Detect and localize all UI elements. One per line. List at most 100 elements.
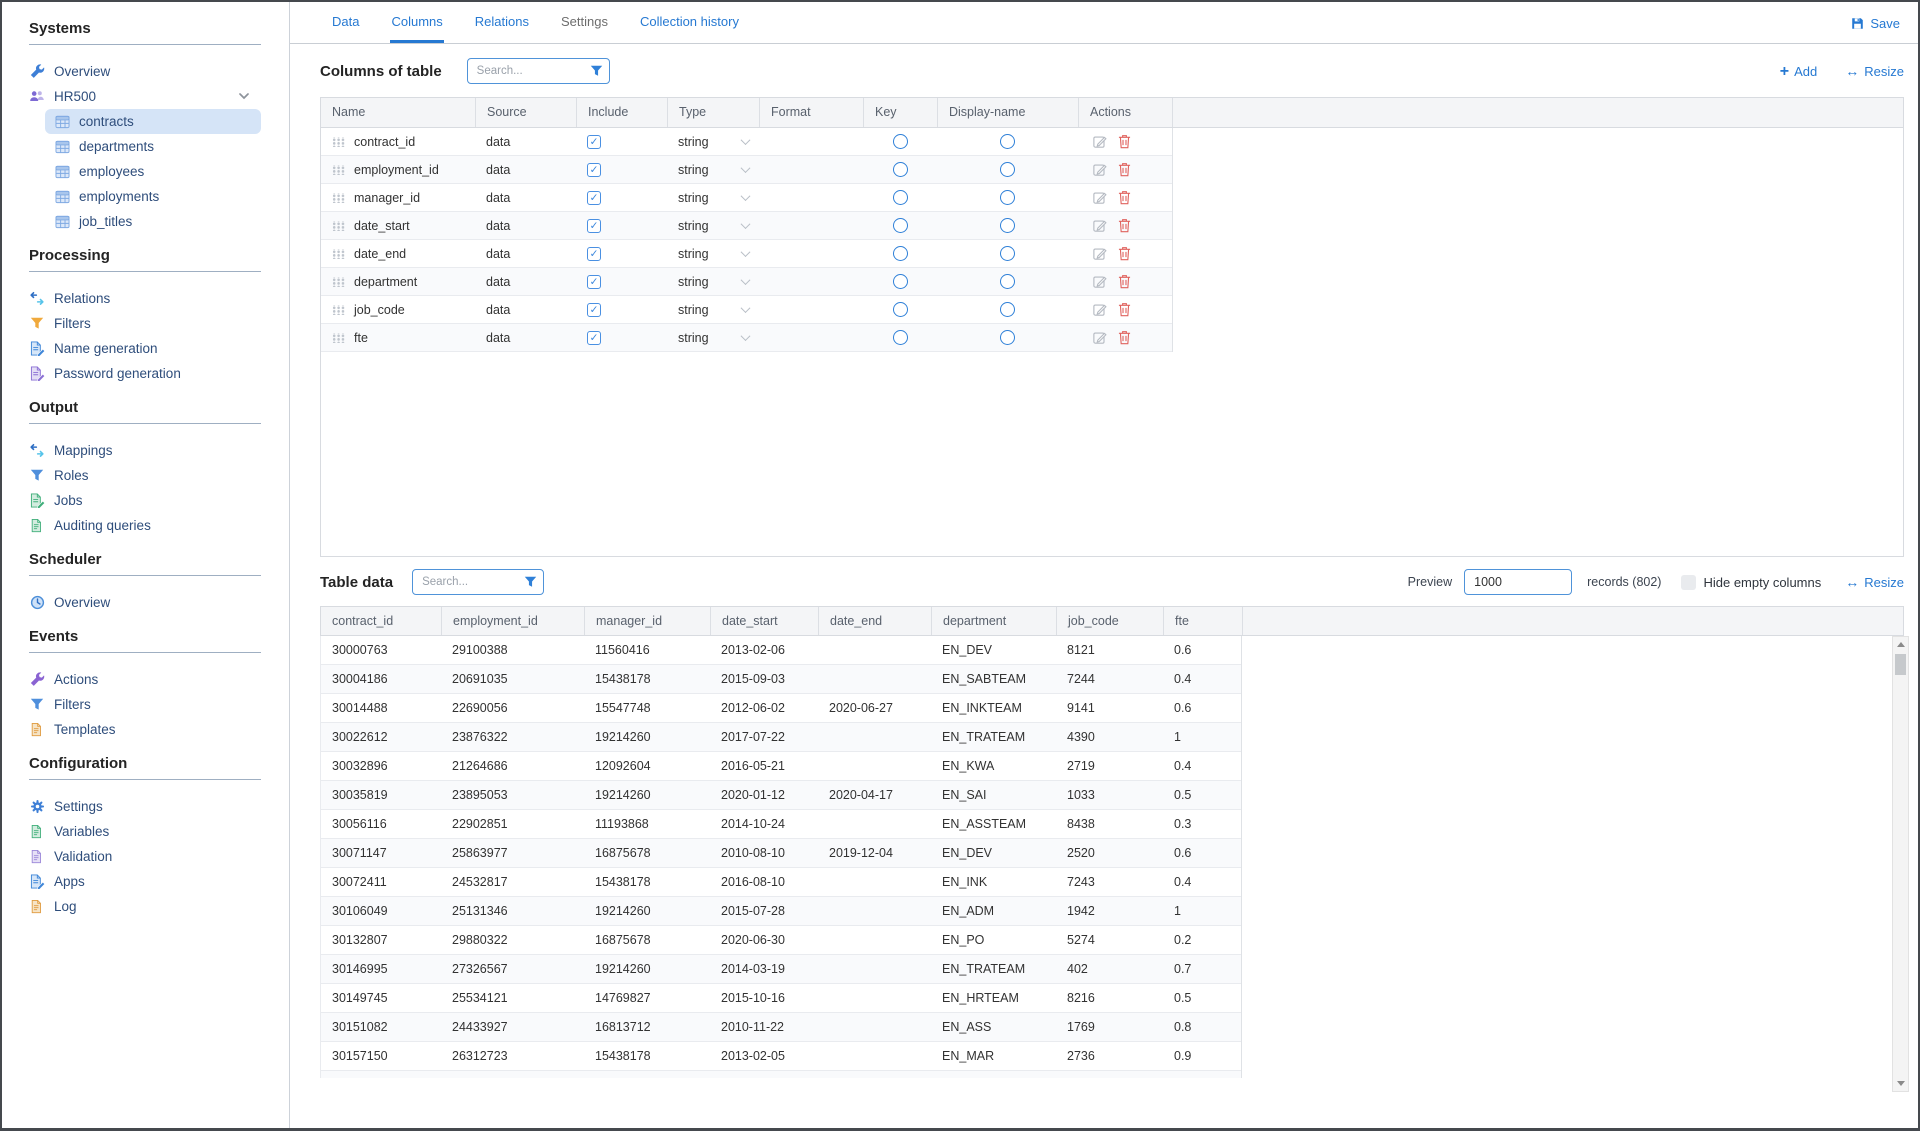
columns-search-input[interactable] <box>467 58 610 84</box>
sidebar-item-overview[interactable]: Overview <box>29 590 261 615</box>
include-checkbox[interactable]: ✓ <box>587 191 601 205</box>
drag-handle-icon[interactable] <box>332 249 345 259</box>
drag-handle-icon[interactable] <box>332 277 345 287</box>
data-cell <box>818 955 931 983</box>
tab-data[interactable]: Data <box>331 2 360 43</box>
delete-trash-icon[interactable] <box>1118 330 1131 345</box>
tab-columns[interactable]: Columns <box>390 2 443 43</box>
chevron-down-icon[interactable] <box>741 135 751 145</box>
save-button[interactable]: Save <box>1851 2 1900 44</box>
key-radio[interactable] <box>893 302 908 317</box>
sidebar-item-filters[interactable]: Filters <box>29 692 261 717</box>
edit-pencil-icon[interactable] <box>1092 302 1107 317</box>
sidebar-item-settings[interactable]: Settings <box>29 794 261 819</box>
key-radio[interactable] <box>893 162 908 177</box>
edit-pencil-icon[interactable] <box>1092 162 1107 177</box>
sidebar-item-relations[interactable]: Relations <box>29 286 261 311</box>
display-name-radio[interactable] <box>1000 330 1015 345</box>
drag-handle-icon[interactable] <box>332 193 345 203</box>
chevron-down-icon[interactable] <box>741 247 751 257</box>
key-radio[interactable] <box>893 134 908 149</box>
sidebar-item-auditing-queries[interactable]: Auditing queries <box>29 513 261 538</box>
key-radio[interactable] <box>893 274 908 289</box>
tab-settings[interactable]: Settings <box>560 2 609 43</box>
vertical-scrollbar[interactable] <box>1892 636 1909 1092</box>
include-checkbox[interactable]: ✓ <box>587 275 601 289</box>
display-name-radio[interactable] <box>1000 246 1015 261</box>
include-checkbox[interactable]: ✓ <box>587 247 601 261</box>
sidebar-item-variables[interactable]: Variables <box>29 819 261 844</box>
chevron-down-icon[interactable] <box>741 331 751 341</box>
sidebar-item-actions[interactable]: Actions <box>29 667 261 692</box>
sidebar-item-log[interactable]: Log <box>29 894 261 919</box>
add-button[interactable]: + Add <box>1780 64 1817 79</box>
delete-trash-icon[interactable] <box>1118 218 1131 233</box>
edit-pencil-icon[interactable] <box>1092 330 1107 345</box>
edit-pencil-icon[interactable] <box>1092 246 1107 261</box>
scroll-down-arrow-icon[interactable] <box>1897 1081 1905 1086</box>
edit-pencil-icon[interactable] <box>1092 218 1107 233</box>
edit-pencil-icon[interactable] <box>1092 274 1107 289</box>
preview-count-input[interactable] <box>1464 569 1572 595</box>
sidebar-item-validation[interactable]: Validation <box>29 844 261 869</box>
chevron-down-icon[interactable] <box>741 219 751 229</box>
sidebar-item-apps[interactable]: Apps <box>29 869 261 894</box>
sidebar-item-employees[interactable]: employees <box>45 159 261 184</box>
display-name-radio[interactable] <box>1000 134 1015 149</box>
chevron-down-icon[interactable] <box>741 275 751 285</box>
include-checkbox[interactable]: ✓ <box>587 163 601 177</box>
delete-trash-icon[interactable] <box>1118 162 1131 177</box>
key-radio[interactable] <box>893 246 908 261</box>
sidebar-item-name-generation[interactable]: Name generation <box>29 336 261 361</box>
sidebar-item-mappings[interactable]: Mappings <box>29 438 261 463</box>
include-checkbox[interactable]: ✓ <box>587 219 601 233</box>
sidebar-item-password-generation[interactable]: Password generation <box>29 361 261 386</box>
sidebar-item-contracts[interactable]: contracts <box>45 109 261 134</box>
sidebar-item-job-titles[interactable]: job_titles <box>45 209 261 234</box>
drag-handle-icon[interactable] <box>332 221 345 231</box>
scroll-up-arrow-icon[interactable] <box>1897 642 1905 647</box>
edit-pencil-icon[interactable] <box>1092 190 1107 205</box>
sidebar-item-employments[interactable]: employments <box>45 184 261 209</box>
chevron-down-icon[interactable] <box>741 163 751 173</box>
include-checkbox[interactable]: ✓ <box>587 331 601 345</box>
drag-handle-icon[interactable] <box>332 165 345 175</box>
sidebar-item-hr500[interactable]: HR500 <box>29 84 261 109</box>
key-radio[interactable] <box>893 190 908 205</box>
resize-columns-button[interactable]: ↔ Resize <box>1845 63 1904 79</box>
drag-handle-icon[interactable] <box>332 305 345 315</box>
delete-trash-icon[interactable] <box>1118 302 1131 317</box>
sidebar-item-filters[interactable]: Filters <box>29 311 261 336</box>
key-radio[interactable] <box>893 218 908 233</box>
display-name-radio[interactable] <box>1000 190 1015 205</box>
tab-collection-history[interactable]: Collection history <box>639 2 740 43</box>
edit-pencil-icon[interactable] <box>1092 134 1107 149</box>
include-checkbox[interactable]: ✓ <box>587 303 601 317</box>
delete-trash-icon[interactable] <box>1118 134 1131 149</box>
chevron-down-icon[interactable] <box>239 93 249 100</box>
filter-funnel-icon[interactable] <box>524 576 537 588</box>
chevron-down-icon[interactable] <box>741 191 751 201</box>
scrollbar-thumb[interactable] <box>1895 654 1906 675</box>
sidebar-item-departments[interactable]: departments <box>45 134 261 159</box>
key-radio[interactable] <box>893 330 908 345</box>
resize-data-button[interactable]: ↔ Resize <box>1845 574 1904 590</box>
chevron-down-icon[interactable] <box>741 303 751 313</box>
sidebar-item-jobs[interactable]: Jobs <box>29 488 261 513</box>
display-name-radio[interactable] <box>1000 218 1015 233</box>
sidebar-item-roles[interactable]: Roles <box>29 463 261 488</box>
drag-handle-icon[interactable] <box>332 333 345 343</box>
hide-empty-checkbox[interactable] <box>1681 575 1696 590</box>
delete-trash-icon[interactable] <box>1118 274 1131 289</box>
sidebar-item-overview[interactable]: Overview <box>29 59 261 84</box>
sidebar-item-templates[interactable]: Templates <box>29 717 261 742</box>
display-name-radio[interactable] <box>1000 162 1015 177</box>
delete-trash-icon[interactable] <box>1118 190 1131 205</box>
drag-handle-icon[interactable] <box>332 137 345 147</box>
tab-relations[interactable]: Relations <box>474 2 530 43</box>
include-checkbox[interactable]: ✓ <box>587 135 601 149</box>
delete-trash-icon[interactable] <box>1118 246 1131 261</box>
display-name-radio[interactable] <box>1000 302 1015 317</box>
filter-funnel-icon[interactable] <box>590 65 603 77</box>
display-name-radio[interactable] <box>1000 274 1015 289</box>
